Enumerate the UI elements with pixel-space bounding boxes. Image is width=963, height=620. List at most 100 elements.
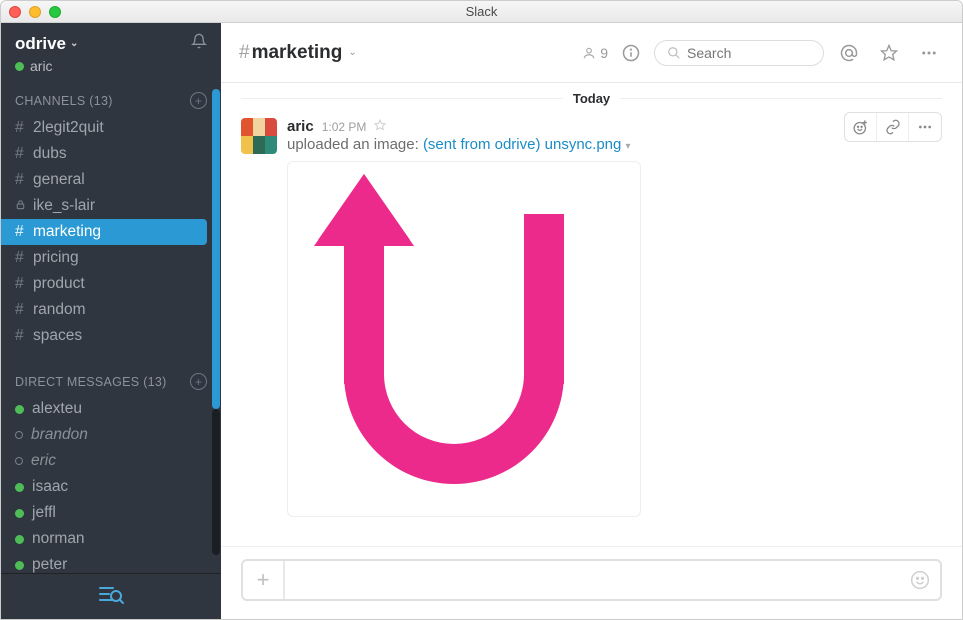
channel-label: dubs — [33, 143, 67, 165]
sidebar-dm-brandon[interactable]: brandon — [1, 422, 221, 448]
divider-label: Today — [573, 91, 610, 106]
sidebar-scrollbar-track[interactable] — [212, 409, 220, 555]
message-row: aric 1:02 PM uploaded an image: (sent fr… — [221, 112, 962, 523]
hash-icon: # — [239, 42, 250, 64]
star-icon[interactable] — [874, 38, 904, 68]
channels-section-header[interactable]: CHANNELS (13) + — [1, 86, 221, 115]
add-reaction-button[interactable] — [845, 113, 877, 141]
self-presence[interactable]: aric — [1, 58, 221, 86]
message-actions — [844, 112, 942, 142]
sidebar: odrive ⌄ aric CHANNELS (13) — [1, 23, 221, 619]
sidebar-dm-alexteu[interactable]: alexteu — [1, 396, 221, 422]
dm-section-header[interactable]: DIRECT MESSAGES (13) + — [1, 367, 221, 396]
main-pane: #marketing ⌄ 9 — [221, 23, 962, 619]
sidebar-dm-jeffl[interactable]: jeffl — [1, 500, 221, 526]
dm-title-row: DIRECT MESSAGES (13) — [15, 375, 167, 389]
lock-icon — [15, 195, 29, 217]
channel-label: general — [33, 169, 85, 191]
dm-label: eric — [31, 450, 56, 472]
presence-dot-icon — [15, 405, 24, 414]
sidebar-dm-eric[interactable]: eric — [1, 448, 221, 474]
traffic-lights — [1, 6, 61, 18]
channel-label: spaces — [33, 325, 82, 347]
avatar[interactable] — [241, 118, 277, 154]
sidebar-channel-general[interactable]: #general — [1, 167, 221, 193]
sidebar-dm-peter[interactable]: peter — [1, 552, 221, 573]
window-zoom-button[interactable] — [49, 6, 61, 18]
sidebar-channel-random[interactable]: #random — [1, 297, 221, 323]
presence-dot-icon — [15, 62, 24, 71]
notifications-bell-icon[interactable] — [191, 33, 207, 54]
window-title: Slack — [1, 4, 962, 19]
sidebar-channel-2legit2quit[interactable]: #2legit2quit — [1, 115, 221, 141]
channels-count: (13) — [89, 94, 112, 108]
sidebar-channel-pricing[interactable]: #pricing — [1, 245, 221, 271]
team-name-label: odrive — [15, 34, 66, 54]
member-count-value: 9 — [600, 45, 608, 61]
composer: + — [221, 546, 962, 619]
member-count[interactable]: 9 — [582, 45, 608, 61]
sidebar-channel-dubs[interactable]: #dubs — [1, 141, 221, 167]
channel-title[interactable]: #marketing ⌄ — [239, 42, 357, 64]
dm-label: brandon — [31, 424, 88, 446]
divider-line — [241, 98, 563, 99]
attach-button[interactable]: + — [243, 561, 285, 599]
upload-prefix: uploaded an image: — [287, 136, 423, 153]
add-dm-button[interactable]: + — [190, 373, 207, 390]
sidebar-channel-marketing[interactable]: #marketing — [1, 219, 207, 245]
channel-label: ike_s-lair — [33, 195, 95, 217]
dm-list: alexteubrandon eric isaac jeffl norman peter — [1, 396, 221, 573]
add-channel-button[interactable]: + — [190, 92, 207, 109]
hash-icon: # — [15, 143, 29, 165]
presence-dot-icon — [15, 483, 24, 492]
sidebar-channel-spaces[interactable]: #spaces — [1, 323, 221, 349]
channels-title-row: CHANNELS (13) — [15, 94, 113, 108]
hash-icon: # — [15, 273, 29, 295]
team-name[interactable]: odrive ⌄ — [15, 34, 78, 54]
self-username: aric — [30, 58, 53, 74]
hash-icon: # — [15, 117, 29, 139]
message-author[interactable]: aric — [287, 118, 314, 135]
info-icon[interactable] — [618, 40, 644, 66]
search-box[interactable] — [654, 40, 824, 66]
dm-count: (13) — [143, 375, 166, 389]
dm-label: isaac — [32, 476, 68, 498]
window-minimize-button[interactable] — [29, 6, 41, 18]
window-close-button[interactable] — [9, 6, 21, 18]
emoji-picker-button[interactable] — [900, 561, 940, 599]
dm-label: norman — [32, 528, 85, 550]
message-more-button[interactable] — [909, 113, 941, 141]
sidebar-scroll: odrive ⌄ aric CHANNELS (13) — [1, 23, 221, 573]
hash-icon: # — [15, 325, 29, 347]
sidebar-dm-norman[interactable]: norman — [1, 526, 221, 552]
presence-dot-icon — [15, 457, 23, 465]
star-message-icon[interactable] — [374, 119, 386, 134]
channel-name: marketing — [252, 42, 343, 64]
team-header[interactable]: odrive ⌄ — [1, 23, 221, 58]
sidebar-scrollbar-thumb[interactable] — [212, 89, 220, 409]
titlebar: Slack — [1, 1, 962, 23]
channel-label: random — [33, 299, 86, 321]
file-chevron-icon[interactable]: ▾ — [626, 141, 631, 152]
channel-label: pricing — [33, 247, 79, 269]
search-icon — [667, 46, 681, 60]
sidebar-dm-isaac[interactable]: isaac — [1, 474, 221, 500]
sidebar-channel-product[interactable]: #product — [1, 271, 221, 297]
hash-icon: # — [15, 221, 29, 243]
date-divider: Today — [221, 83, 962, 112]
share-button[interactable] — [877, 113, 909, 141]
message-input[interactable] — [285, 561, 900, 599]
user-icon — [582, 46, 596, 60]
mentions-icon[interactable] — [834, 38, 864, 68]
more-icon[interactable] — [914, 38, 944, 68]
file-link[interactable]: (sent from odrive) unsync.png — [423, 136, 621, 153]
image-attachment[interactable] — [287, 161, 641, 517]
presence-dot-icon — [15, 561, 24, 570]
presence-dot-icon — [15, 431, 23, 439]
channel-list: #2legit2quit#dubs#generalike_s-lair#mark… — [1, 115, 221, 349]
dm-label: jeffl — [32, 502, 56, 524]
quick-switcher-icon[interactable] — [99, 585, 123, 609]
sidebar-channel-ike_s-lair[interactable]: ike_s-lair — [1, 193, 221, 219]
channel-header: #marketing ⌄ 9 — [221, 23, 962, 83]
dm-label: peter — [32, 554, 67, 573]
